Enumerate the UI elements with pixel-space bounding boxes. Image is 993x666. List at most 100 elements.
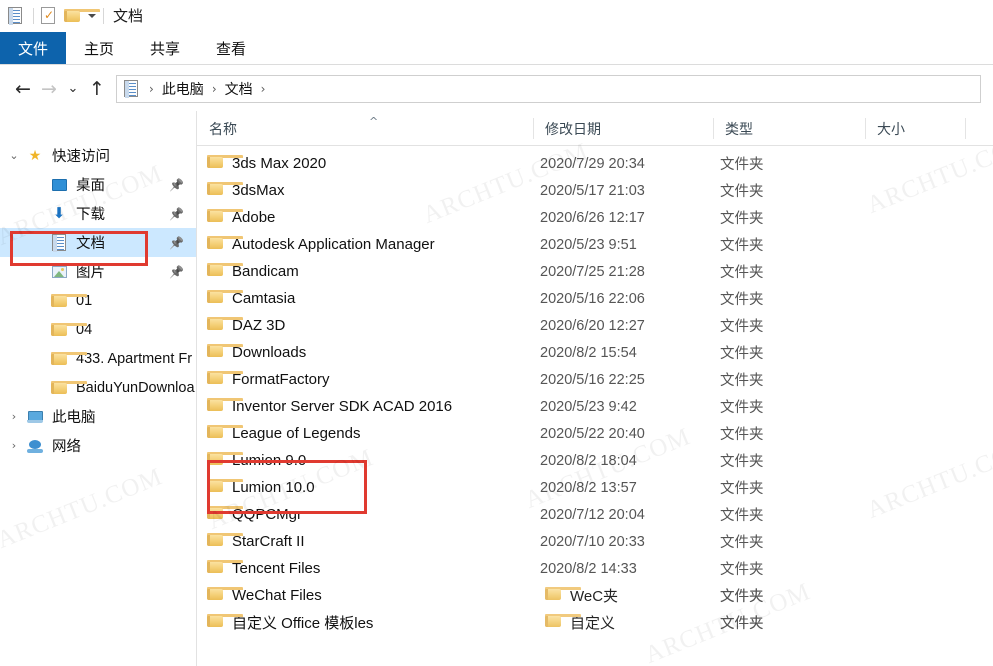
breadcrumb-separator-0: ›	[149, 81, 154, 96]
sidebar-item-9[interactable]: › 此电脑	[0, 402, 196, 431]
file-name-cell[interactable]: Downloads	[207, 339, 306, 366]
table-row[interactable]: FormatFactory 2020/5/16 22:25 文件夹	[197, 366, 993, 393]
file-name-cell[interactable]: League of Legends	[207, 420, 360, 447]
file-date-cell: 2020/7/12 20:04	[540, 506, 645, 523]
new-folder-icon[interactable]	[64, 7, 100, 25]
file-date-cell: 2020/5/23 9:51	[540, 236, 637, 253]
properties-icon[interactable]	[41, 7, 59, 25]
table-row[interactable]: Lumion 9.0 2020/8/2 18:04 文件夹	[197, 447, 993, 474]
sidebar-item-2[interactable]: ⬇ 下载 📌	[0, 199, 196, 228]
table-row[interactable]: 3dsMax 2020/5/17 21:03 文件夹	[197, 177, 993, 204]
file-name-cell[interactable]: DAZ 3D	[207, 312, 285, 339]
file-date-cell: 2020/8/2 13:57	[540, 479, 637, 496]
column-header-date[interactable]: 修改日期	[533, 111, 601, 146]
table-row[interactable]: Tencent Files 2020/8/2 14:33 文件夹	[197, 555, 993, 582]
sidebar-item-5[interactable]: 01	[0, 286, 196, 315]
tab-home[interactable]: 主页	[66, 32, 132, 64]
chevron-icon[interactable]: ›	[4, 439, 24, 452]
back-button[interactable]: ←	[10, 76, 36, 102]
folder-icon	[207, 560, 243, 577]
toolbar-divider	[33, 7, 34, 24]
file-name-cell[interactable]: StarCraft II	[207, 528, 305, 555]
file-name-label: 3ds Max 2020	[232, 155, 327, 172]
column-header-name[interactable]: 名称	[197, 111, 237, 146]
column-header-type[interactable]: 类型	[713, 111, 753, 146]
file-date-cell: 2020/8/2 14:33	[540, 560, 637, 577]
column-header-size[interactable]: 大小	[865, 111, 905, 146]
recent-locations-button[interactable]: ⌄	[62, 76, 84, 102]
table-row[interactable]: 3ds Max 2020 2020/7/29 20:34 文件夹	[197, 150, 993, 177]
breadcrumb-separator-2[interactable]: ›	[256, 82, 271, 96]
folder-icon	[545, 614, 581, 631]
tab-share[interactable]: 共享	[132, 32, 198, 64]
file-name-cell[interactable]: Adobe	[207, 204, 275, 231]
pin-icon[interactable]: 📌	[169, 236, 184, 250]
file-date-cell: 2020/8/2 15:54	[540, 344, 637, 361]
file-name-cell[interactable]: QQPCMgr	[207, 501, 302, 528]
table-row[interactable]: Adobe 2020/6/26 12:17 文件夹	[197, 204, 993, 231]
file-name-cell[interactable]: FormatFactory	[207, 366, 330, 393]
file-date-cell: 2020/5/16 22:25	[540, 371, 645, 388]
file-name-cell[interactable]: Tencent Files	[207, 555, 320, 582]
file-type-cell: 文件夹	[720, 238, 764, 254]
table-row[interactable]: Downloads 2020/8/2 15:54 文件夹	[197, 339, 993, 366]
tab-view[interactable]: 查看	[198, 32, 264, 64]
table-row[interactable]: StarCraft II 2020/7/10 20:33 文件夹	[197, 528, 993, 555]
customize-qat-caret-icon[interactable]	[88, 13, 96, 18]
file-name-label: Downloads	[232, 344, 307, 361]
file-type-cell: 文件夹	[720, 157, 764, 173]
folder-icon	[207, 236, 243, 253]
file-type-cell: 文件夹	[720, 373, 764, 389]
tab-file[interactable]: 文件	[0, 32, 66, 64]
artifact-name-cell: 自定义	[545, 609, 615, 636]
chevron-icon[interactable]: ⌄	[4, 149, 24, 162]
column-header-row: 名称 ^ 修改日期 类型 大小	[197, 111, 993, 146]
file-date-cell: 2020/5/16 22:06	[540, 290, 645, 307]
file-name-cell[interactable]: Bandicam	[207, 258, 299, 285]
folder-icon	[48, 352, 87, 365]
navigation-bar: ← → ⌄ ↑ › 此电脑 › 文档 ›	[0, 66, 993, 111]
sidebar-item-3[interactable]: 文档 📌	[0, 228, 196, 257]
file-name-cell[interactable]: Camtasia	[207, 285, 295, 312]
table-row[interactable]: Bandicam 2020/7/25 21:28 文件夹	[197, 258, 993, 285]
forward-button[interactable]: →	[36, 76, 62, 102]
sidebar-item-label: 桌面	[76, 178, 105, 194]
sidebar-item-1[interactable]: 桌面 📌	[0, 170, 196, 199]
breadcrumb-separator-1[interactable]: ›	[207, 82, 222, 96]
file-name-cell[interactable]: Autodesk Application Manager	[207, 231, 435, 258]
table-row[interactable]: Camtasia 2020/5/16 22:06 文件夹	[197, 285, 993, 312]
sidebar-item-4[interactable]: 图片 📌	[0, 257, 196, 286]
folder-icon	[207, 317, 243, 334]
sidebar-item-10[interactable]: › 网络	[0, 431, 196, 460]
address-bar[interactable]: › 此电脑 › 文档 ›	[116, 74, 981, 103]
breadcrumb-this-pc[interactable]: 此电脑	[159, 79, 207, 99]
file-name-cell[interactable]: Inventor Server SDK ACAD 2016	[207, 393, 452, 420]
pin-icon[interactable]: 📌	[169, 178, 184, 192]
chevron-icon[interactable]: ›	[4, 410, 24, 423]
table-row[interactable]: Lumion 10.0 2020/8/2 13:57 文件夹	[197, 474, 993, 501]
pin-icon[interactable]: 📌	[169, 207, 184, 221]
table-row[interactable]: QQPCMgr 2020/7/12 20:04 文件夹	[197, 501, 993, 528]
file-name-cell[interactable]: Lumion 10.0	[207, 474, 315, 501]
file-name-cell[interactable]: 3ds Max 2020	[207, 150, 326, 177]
table-row[interactable]: DAZ 3D 2020/6/20 12:27 文件夹	[197, 312, 993, 339]
pin-icon[interactable]: 📌	[169, 265, 184, 279]
sidebar-item-0[interactable]: ⌄ ★ 快速访问	[0, 141, 196, 170]
title-bar: 文档	[0, 0, 993, 32]
folder-icon	[207, 398, 243, 415]
file-name-cell[interactable]: 3dsMax	[207, 177, 285, 204]
column-divider-4[interactable]	[965, 118, 966, 139]
table-row[interactable]: League of Legends 2020/5/22 20:40 文件夹	[197, 420, 993, 447]
up-button[interactable]: ↑	[84, 76, 110, 102]
file-name-label: Autodesk Application Manager	[232, 236, 435, 253]
file-type-cell: 文件夹	[720, 562, 764, 578]
sidebar-item-8[interactable]: BaiduYunDownloa	[0, 373, 196, 402]
table-row[interactable]: Inventor Server SDK ACAD 2016 2020/5/23 9…	[197, 393, 993, 420]
table-row[interactable]: Autodesk Application Manager 2020/5/23 9:…	[197, 231, 993, 258]
folder-icon	[207, 425, 243, 442]
folder-icon	[48, 381, 87, 394]
file-name-cell[interactable]: Lumion 9.0	[207, 447, 306, 474]
sidebar-item-6[interactable]: 04	[0, 315, 196, 344]
sidebar-item-7[interactable]: 433. Apartment Fr	[0, 344, 196, 373]
breadcrumb-documents[interactable]: 文档	[222, 79, 256, 99]
